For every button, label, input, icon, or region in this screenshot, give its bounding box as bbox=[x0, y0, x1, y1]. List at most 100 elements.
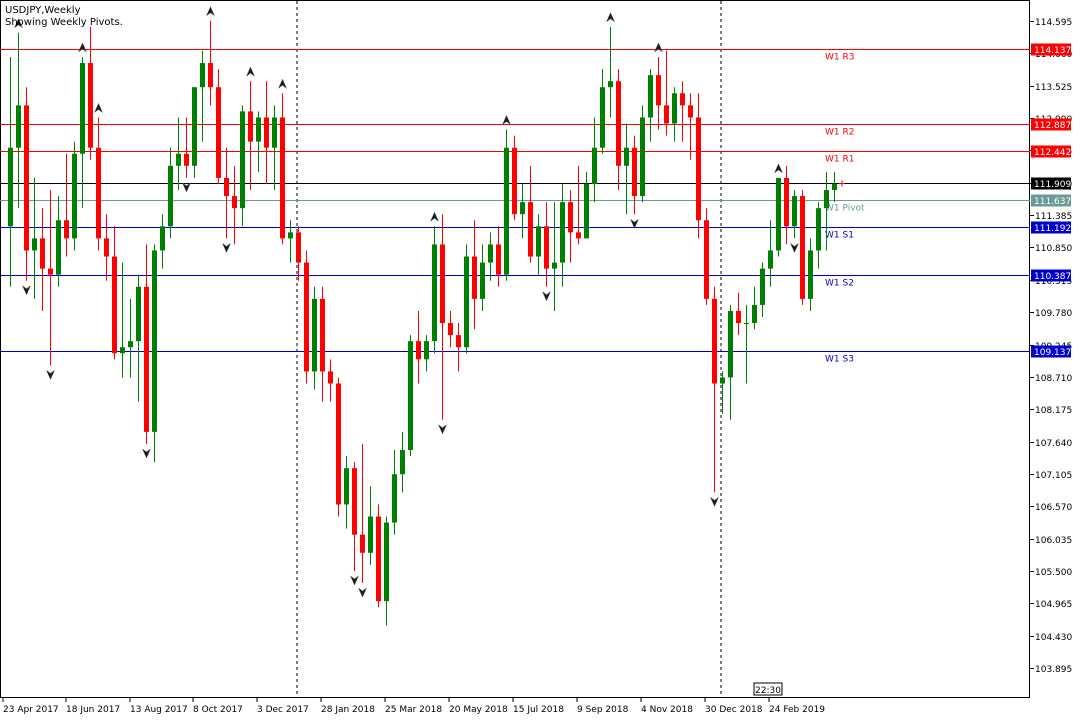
pivot-label: W1 R2 bbox=[825, 128, 854, 138]
candle[interactable] bbox=[336, 377, 341, 517]
candle-body bbox=[328, 371, 333, 384]
x-tick-label: 8 Oct 2017 bbox=[193, 705, 243, 715]
candle-body bbox=[792, 196, 797, 227]
candle[interactable] bbox=[152, 244, 157, 463]
candle-body bbox=[360, 534, 365, 553]
x-tick-label: 3 Dec 2017 bbox=[257, 705, 309, 715]
candle[interactable] bbox=[704, 208, 709, 305]
x-tick-label: 9 Sep 2018 bbox=[577, 705, 629, 715]
price-chart[interactable]: W1 R3 W1 R2 W1 R1 W1 Pivot W1 S1 W1 S2 W1 S3 1… bbox=[0, 0, 1080, 720]
clock-badge: 22:30 bbox=[753, 682, 783, 696]
candle-body bbox=[760, 268, 765, 305]
y-tick-label: 106.035 bbox=[1035, 536, 1072, 546]
candle-body bbox=[168, 165, 173, 227]
candle[interactable] bbox=[640, 105, 645, 203]
candle-body bbox=[64, 220, 69, 239]
candle-body bbox=[824, 190, 829, 209]
candle-body bbox=[288, 232, 293, 239]
candle-body bbox=[480, 262, 485, 299]
candle-body bbox=[96, 147, 101, 239]
candle[interactable] bbox=[464, 244, 469, 354]
pivot-label: W1 R3 bbox=[825, 53, 854, 63]
time-axis[interactable]: 23 Apr 2017 18 Jun 2017 13 Aug 2017 8 Oct 2… bbox=[2, 698, 825, 715]
candle-body bbox=[416, 341, 421, 360]
candle-body bbox=[528, 202, 533, 257]
candle-body bbox=[88, 63, 93, 148]
pivot-label: W1 R1 bbox=[825, 155, 854, 165]
candle[interactable] bbox=[192, 87, 197, 178]
candle-body bbox=[592, 147, 597, 184]
candle-body bbox=[224, 177, 229, 197]
pivot-label: W1 S3 bbox=[825, 355, 854, 365]
candle-body bbox=[608, 81, 613, 88]
candle-body bbox=[216, 87, 221, 178]
candle-body bbox=[408, 341, 413, 451]
candle-body bbox=[432, 244, 437, 342]
candle-body bbox=[368, 516, 373, 553]
y-tick-label: 108.710 bbox=[1035, 374, 1072, 384]
candle[interactable] bbox=[512, 135, 517, 221]
pivot-price-label: 114.137 bbox=[1034, 46, 1071, 56]
candle-body bbox=[152, 250, 157, 432]
candle-body bbox=[576, 232, 581, 239]
candle[interactable] bbox=[72, 141, 77, 251]
candle-body bbox=[712, 298, 717, 384]
candle[interactable] bbox=[800, 190, 805, 305]
candle-body bbox=[632, 147, 637, 197]
y-tick-label: 103.895 bbox=[1035, 665, 1072, 675]
y-tick-label: 108.175 bbox=[1035, 406, 1072, 416]
candle-body bbox=[128, 341, 133, 348]
candle-body bbox=[136, 286, 141, 342]
candle-body bbox=[648, 75, 653, 118]
candle-body bbox=[112, 256, 117, 354]
x-tick-label: 4 Nov 2018 bbox=[641, 705, 693, 715]
candle-body bbox=[624, 147, 629, 166]
x-tick-label: 30 Dec 2018 bbox=[705, 705, 763, 715]
x-tick-label: 13 Aug 2017 bbox=[130, 705, 188, 715]
y-tick-label: 107.105 bbox=[1035, 471, 1072, 481]
candle-body bbox=[376, 516, 381, 602]
candle-body bbox=[440, 244, 445, 324]
candle-body bbox=[392, 474, 397, 523]
candle-body bbox=[520, 202, 525, 215]
candle-body bbox=[256, 117, 261, 142]
candle[interactable] bbox=[504, 129, 509, 281]
pivot-price-label: 110.387 bbox=[1034, 272, 1071, 282]
candle-body bbox=[200, 63, 205, 88]
candle-body bbox=[464, 256, 469, 348]
candle[interactable] bbox=[304, 250, 309, 384]
candle-body bbox=[120, 347, 125, 354]
candle[interactable] bbox=[376, 504, 381, 608]
x-tick-label: 20 May 2018 bbox=[449, 705, 508, 715]
current-price-label: 111.909 bbox=[1034, 180, 1071, 190]
y-tick-label: 114.595 bbox=[1035, 18, 1072, 28]
candle-body bbox=[240, 111, 245, 209]
candle[interactable] bbox=[776, 177, 781, 257]
candle-body bbox=[56, 220, 61, 275]
y-tick-label: 105.500 bbox=[1035, 568, 1072, 578]
candle-body bbox=[536, 226, 541, 257]
candle-body bbox=[832, 183, 837, 191]
candle-body bbox=[248, 111, 253, 142]
candle-body bbox=[552, 262, 557, 269]
candle[interactable] bbox=[408, 335, 413, 457]
y-tick-label: 110.850 bbox=[1035, 244, 1072, 254]
candle-body bbox=[304, 262, 309, 372]
candle-body bbox=[616, 81, 621, 166]
candle-body bbox=[696, 117, 701, 221]
candle[interactable] bbox=[240, 105, 245, 227]
candle-body bbox=[568, 202, 573, 233]
candle-body bbox=[544, 226, 549, 269]
x-tick-label: 25 Mar 2018 bbox=[385, 705, 442, 715]
candle-body bbox=[24, 105, 29, 251]
candle-body bbox=[720, 377, 725, 384]
candle-body bbox=[16, 105, 21, 148]
candle[interactable] bbox=[432, 226, 437, 354]
chart-symbol-title: USDJPY,Weekly bbox=[5, 5, 81, 16]
candle-body bbox=[32, 238, 37, 251]
candle-body bbox=[504, 147, 509, 275]
x-tick-label: 28 Jan 2018 bbox=[321, 705, 375, 715]
y-tick-label: 113.525 bbox=[1035, 83, 1072, 93]
pivot-price-label: 109.137 bbox=[1034, 348, 1071, 358]
y-tick-label: 107.640 bbox=[1035, 439, 1072, 449]
